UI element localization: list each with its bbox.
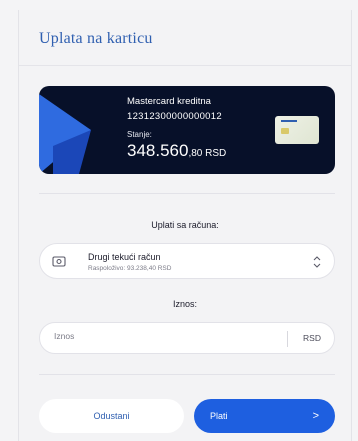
card-name: Mastercard kreditna	[127, 96, 211, 107]
account-select[interactable]: Drugi tekući račun Raspoloživo: 93.238,4…	[39, 243, 335, 279]
card-balance-label: Stanje:	[127, 130, 152, 139]
card-balance-main: 348.560	[127, 141, 189, 160]
input-separator	[287, 331, 288, 347]
pay-button[interactable]: Plati >	[194, 399, 335, 433]
modal-title: Uplata na karticu	[39, 30, 153, 47]
chevron-right-icon: >	[312, 410, 319, 422]
cancel-button-label: Odustani	[93, 411, 130, 421]
account-name: Drugi tekući račun	[88, 252, 161, 262]
wallet-icon	[52, 254, 66, 268]
card-thumbnail	[275, 116, 319, 144]
bank-logo-icon	[39, 94, 91, 174]
card-number: 12312300000000012	[127, 111, 222, 122]
pay-button-label: Plati	[210, 411, 228, 421]
currency-label: RSD	[303, 333, 321, 343]
card-balance-decimal: ,80 RSD	[188, 148, 227, 159]
card-balance: 348.560,80 RSD	[127, 141, 226, 161]
account-available: Raspoloživo: 93.238,40 RSD	[88, 265, 172, 272]
modal-header: Uplata na karticu	[19, 10, 351, 66]
amount-input[interactable]	[54, 331, 274, 341]
chevron-up-down-icon	[312, 255, 322, 274]
divider	[39, 193, 335, 194]
card-thumbnail-logo	[281, 120, 297, 122]
from-account-label: Uplati sa računa:	[151, 220, 219, 230]
amount-field: RSD	[39, 322, 335, 354]
payment-modal: Uplata na karticu Mastercard kreditna 12…	[18, 10, 352, 441]
amount-label: Iznos:	[172, 299, 197, 309]
credit-card: Mastercard kreditna 12312300000000012 St…	[39, 86, 335, 174]
cancel-button[interactable]: Odustani	[39, 399, 184, 433]
divider-bottom	[39, 374, 335, 375]
card-chip-icon	[281, 128, 289, 134]
